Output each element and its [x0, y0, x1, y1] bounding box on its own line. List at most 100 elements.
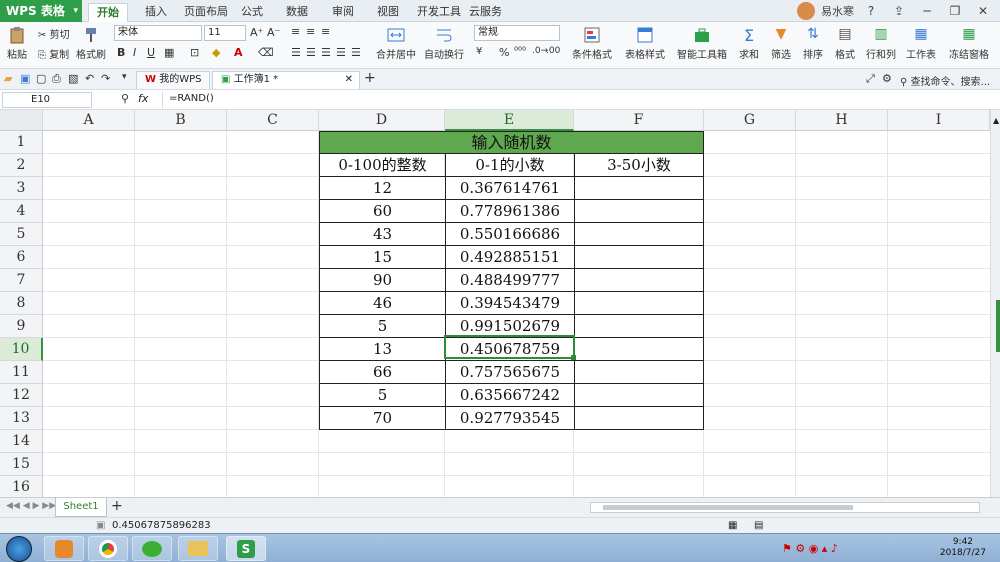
cell-decimal[interactable]: 0.927793545 — [445, 407, 574, 430]
tab-insert[interactable]: 插入 — [137, 3, 175, 22]
print-icon[interactable]: ⎙ — [52, 72, 61, 86]
currency-icon[interactable]: ¥ — [476, 46, 482, 57]
function-icon[interactable]: fx — [138, 92, 148, 105]
row-header[interactable]: 3 — [0, 177, 43, 200]
h-scroll-thumb[interactable] — [603, 505, 853, 510]
cell-integer[interactable]: 46 — [319, 292, 445, 315]
italic-icon[interactable]: I — [133, 46, 136, 59]
save-icon[interactable]: ▣ — [20, 72, 30, 85]
copy-button[interactable]: ⎘ 复制 — [38, 46, 72, 61]
cell-integer[interactable]: 5 — [319, 315, 445, 338]
cell-integer[interactable]: 12 — [319, 177, 445, 200]
align-left-icon[interactable]: ☰ — [291, 46, 301, 59]
cell-decimal[interactable]: 0.367614761 — [445, 177, 574, 200]
row-header[interactable]: 4 — [0, 200, 43, 223]
select-all-corner[interactable] — [0, 110, 43, 131]
worksheet-button[interactable]: ▦ 工作表 — [904, 26, 938, 61]
freeze-panes-button[interactable]: ▦ 冻结窗格 — [946, 26, 992, 61]
restore-ribbon-icon[interactable]: ⇪ — [888, 4, 910, 18]
taskbar-wechat[interactable] — [132, 536, 172, 561]
user-name[interactable]: 易水寒 — [821, 3, 854, 19]
column-header-b[interactable]: B — [135, 110, 227, 131]
search-command[interactable]: ⚲ 查找命令、搜索... — [900, 73, 990, 88]
cell-decimal[interactable]: 0.488499777 — [445, 269, 574, 292]
help-icon[interactable]: ? — [860, 4, 882, 18]
page-layout-view-icon[interactable]: ▤ — [754, 518, 763, 533]
export-pdf-icon[interactable]: ▧ — [68, 72, 78, 85]
row-header[interactable]: 5 — [0, 223, 43, 246]
cell-range-empty[interactable] — [574, 269, 704, 292]
row-header[interactable]: 16 — [0, 476, 43, 497]
font-color-icon[interactable]: A — [234, 46, 243, 59]
close-tab-icon[interactable]: ✕ — [345, 72, 353, 88]
taskbar-app-games[interactable] — [44, 536, 84, 561]
row-header[interactable]: 2 — [0, 154, 43, 177]
cell-decimal[interactable]: 0.550166686 — [445, 223, 574, 246]
percent-icon[interactable]: % — [499, 46, 509, 59]
cell-range-empty[interactable] — [574, 315, 704, 338]
cell-range-empty[interactable] — [574, 246, 704, 269]
spreadsheet-grid[interactable]: A B C D E F G H I 1 2 3 4 5 6 7 8 9 10 11 12 13 14 15 1… — [0, 110, 990, 497]
cell-decimal[interactable]: 0.778961386 — [445, 200, 574, 223]
zoom-formula-icon[interactable]: ⚲ — [121, 92, 129, 105]
expand-icon[interactable]: ⤢ — [866, 72, 875, 86]
cell-range-empty[interactable] — [574, 407, 704, 430]
cell-range-empty[interactable] — [574, 177, 704, 200]
paste-button[interactable]: 粘贴 — [4, 26, 30, 61]
cell-integer[interactable]: 70 — [319, 407, 445, 430]
tab-review[interactable]: 审阅 — [324, 3, 362, 22]
filter-button[interactable]: ▼ 筛选 — [768, 26, 794, 61]
cell-decimal[interactable]: 0.757565675 — [445, 361, 574, 384]
undo-icon[interactable]: ↶ — [85, 72, 94, 85]
tray-icons[interactable]: ⚑ ⚙ ◉ ▴ ♪ — [782, 542, 838, 555]
format-painter-button[interactable]: 格式刷 — [76, 26, 106, 61]
conditional-format-button[interactable]: 条件格式 — [568, 26, 616, 61]
align-center-icon[interactable]: ☰ — [306, 46, 316, 59]
align-top-icon[interactable]: ≡ — [291, 25, 300, 38]
row-header[interactable]: 13 — [0, 407, 43, 430]
row-header[interactable]: 10 — [0, 338, 43, 361]
minimize-icon[interactable]: ─ — [916, 4, 938, 18]
column-header-g[interactable]: G — [704, 110, 796, 131]
rows-cols-button[interactable]: ▥ 行和列 — [864, 26, 898, 61]
first-sheet-icon[interactable]: ◀◀ ◀ ▶ ▶▶ — [6, 501, 56, 511]
redo-icon[interactable]: ↷ — [101, 72, 110, 85]
align-bottom-icon[interactable]: ≡ — [321, 25, 330, 38]
customize-chevron-icon[interactable]: ▾ — [122, 72, 127, 82]
row-header[interactable]: 11 — [0, 361, 43, 384]
justify-icon[interactable]: ☰ — [336, 46, 346, 59]
cell-integer[interactable]: 60 — [319, 200, 445, 223]
row-header[interactable]: 12 — [0, 384, 43, 407]
fill-handle[interactable] — [571, 355, 576, 360]
cell-integer[interactable]: 66 — [319, 361, 445, 384]
sum-button[interactable]: Σ 求和 — [736, 26, 762, 61]
header-integers[interactable]: 0-100的整数 — [319, 154, 445, 177]
table-style-button[interactable]: 表格样式 — [620, 26, 670, 61]
column-header-h[interactable]: H — [796, 110, 888, 131]
clear-format-icon[interactable]: ⌫ — [258, 46, 274, 59]
merge-cells-icon[interactable]: ⊡ — [190, 46, 199, 59]
tab-developer[interactable]: 开发工具 — [409, 3, 469, 22]
horizontal-scrollbar[interactable] — [590, 502, 980, 513]
tab-view[interactable]: 视图 — [369, 3, 407, 22]
cell-range-empty[interactable] — [574, 223, 704, 246]
decrease-decimal-icon[interactable]: .00 — [546, 46, 560, 56]
avatar[interactable] — [797, 2, 815, 20]
cell-range-empty[interactable] — [574, 338, 704, 361]
scroll-up-icon[interactable]: ▲ — [993, 116, 999, 125]
row-header[interactable]: 8 — [0, 292, 43, 315]
column-header-c[interactable]: C — [227, 110, 319, 131]
cell-integer[interactable]: 13 — [319, 338, 445, 361]
new-tab-icon[interactable]: + — [364, 70, 376, 86]
smart-toolbox-button[interactable]: 智能工具箱 — [676, 26, 728, 61]
header-decimals[interactable]: 0-1的小数 — [445, 154, 574, 177]
scroll-thumb[interactable] — [996, 300, 1000, 352]
shrink-font-icon[interactable]: A⁻ — [267, 26, 280, 39]
app-menu-button[interactable]: WPS 表格 ▾ — [0, 0, 82, 22]
column-header-a[interactable]: A — [43, 110, 135, 131]
merge-center-button[interactable]: 合并居中 — [372, 26, 420, 61]
taskbar-explorer[interactable] — [178, 536, 218, 561]
print-preview-icon[interactable]: ▢ — [36, 72, 46, 85]
header-range[interactable]: 3-50小数 — [574, 154, 704, 177]
system-clock[interactable]: 9:42 2018/7/27 — [940, 537, 986, 559]
